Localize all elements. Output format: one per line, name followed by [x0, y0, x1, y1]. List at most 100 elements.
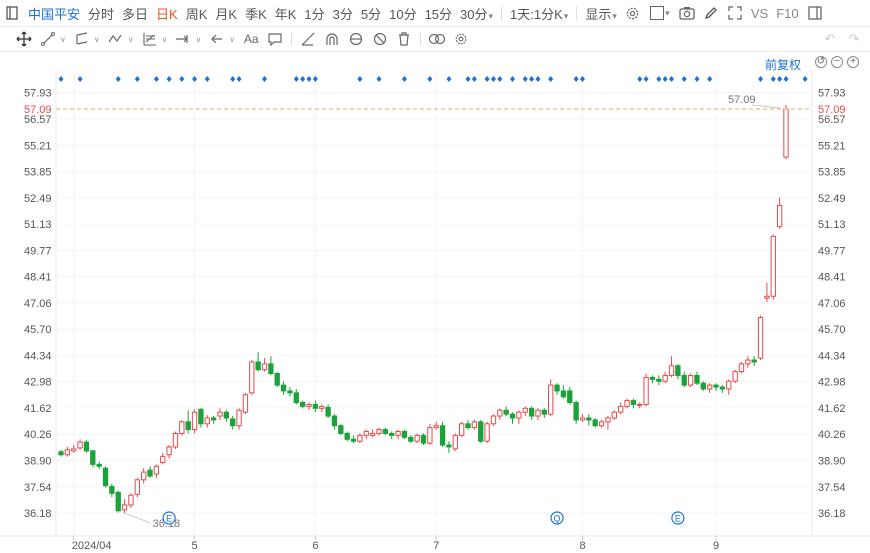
line-icon[interactable]: [38, 29, 58, 49]
multi-period-dropdown[interactable]: 1天:1分K▾: [506, 4, 572, 23]
period-multiday[interactable]: 多日: [118, 4, 152, 23]
candle-body-down: [210, 417, 217, 421]
period-5min[interactable]: 5分: [357, 4, 385, 23]
multi-period-label: 1天:1分K: [510, 6, 563, 22]
candle-body-down: [274, 373, 280, 386]
candle-body-down: [656, 378, 662, 382]
candle-body-up: [484, 423, 490, 442]
y-tick-label-left: 47.06: [24, 298, 52, 310]
candle-body-down: [300, 402, 306, 407]
trash-icon[interactable]: [394, 29, 414, 49]
settings-icon[interactable]: [451, 29, 471, 49]
chevron-down-icon[interactable]: ∨: [229, 35, 235, 44]
measure-icon[interactable]: [173, 29, 193, 49]
y-tick-label-right: 44.34: [818, 350, 846, 362]
y-tick-label-right: 41.62: [818, 403, 846, 415]
candle-body-down: [573, 402, 579, 421]
candle-body-up: [153, 465, 160, 475]
candle-body-down: [293, 392, 299, 404]
hide-icon[interactable]: [346, 29, 366, 49]
chevron-down-icon[interactable]: ∨: [94, 35, 100, 44]
chevron-down-icon[interactable]: ∨: [162, 35, 168, 44]
eye-off-icon[interactable]: [370, 29, 390, 49]
chevron-down-icon[interactable]: ∨: [128, 35, 134, 44]
layout-box-icon[interactable]: ▾: [647, 3, 673, 23]
signal-dot: [802, 76, 808, 82]
candle-body-down: [223, 411, 230, 419]
settings-icon[interactable]: [623, 3, 643, 23]
candle-body-down: [255, 361, 261, 371]
vs-button[interactable]: VS: [747, 6, 772, 21]
period-monthly-k[interactable]: 月K: [211, 4, 241, 23]
signal-dot: [694, 76, 700, 82]
crosshair-icon[interactable]: [14, 29, 34, 49]
camera-icon[interactable]: [677, 3, 697, 23]
arrow-icon[interactable]: [207, 29, 227, 49]
fib-icon[interactable]: [140, 29, 160, 49]
candle-body-up: [71, 448, 77, 452]
pencil-icon[interactable]: [701, 3, 721, 23]
candle-body-up: [624, 400, 630, 407]
divider: [420, 32, 422, 46]
ruler-icon[interactable]: [298, 29, 318, 49]
wave-icon[interactable]: [106, 29, 126, 49]
magnet-icon[interactable]: [322, 29, 342, 49]
candle-body-down: [312, 403, 319, 409]
candle-body-up: [160, 456, 166, 463]
candle-body-up: [363, 431, 369, 436]
candle-body-up: [471, 421, 478, 429]
signal-dot: [230, 76, 236, 82]
divider: [576, 6, 578, 20]
y-tick-label-left: 49.77: [24, 245, 52, 257]
y-tick-label-left: 45.70: [24, 324, 52, 336]
fullscreen-icon[interactable]: [725, 3, 745, 23]
f10-button[interactable]: F10: [772, 6, 802, 21]
drawing-toolbar: ∨ ∨ ∨ ∨ ∨ ∨ Aa ↶ ↷: [0, 27, 870, 52]
sidebar-toggle-icon[interactable]: [2, 3, 22, 23]
link-icon[interactable]: [427, 29, 447, 49]
period-daily-k[interactable]: 日K: [152, 4, 182, 23]
period-quarterly-k[interactable]: 季K: [241, 4, 271, 23]
candle-body-up: [395, 431, 401, 436]
candlestick-chart[interactable]: 57.93 57.9357.09 57.0956.57 56.5755.21 55.21…: [0, 52, 870, 553]
period-10min[interactable]: 10分: [385, 4, 420, 23]
period-3min[interactable]: 3分: [329, 4, 357, 23]
x-tick-label: 2024/04: [72, 540, 112, 552]
signal-dot: [484, 76, 490, 82]
channel-icon[interactable]: [72, 29, 92, 49]
panel-toggle-icon[interactable]: [805, 3, 825, 23]
signal-dot: [401, 76, 407, 82]
signal-dot: [115, 76, 121, 82]
comment-icon[interactable]: [265, 29, 285, 49]
candle-body-up: [427, 427, 433, 444]
x-tick-label: 8: [579, 540, 585, 552]
signal-dot: [758, 76, 764, 82]
period-yearly-k[interactable]: 年K: [271, 4, 301, 23]
candle-body-up: [643, 376, 649, 405]
text-icon[interactable]: Aa: [241, 29, 261, 49]
y-tick-label-left: 53.85: [24, 167, 52, 179]
undo-icon[interactable]: ↶: [820, 29, 840, 49]
y-tick-label-right: 53.85: [818, 167, 846, 179]
candle-body-up: [319, 405, 325, 409]
period-30min-label: 30分: [460, 6, 488, 22]
y-tick-label-right: 42.98: [818, 377, 846, 389]
chevron-down-icon[interactable]: ∨: [60, 35, 66, 44]
candle-body-up: [236, 409, 242, 427]
period-15min[interactable]: 15分: [421, 4, 456, 23]
signal-dot: [770, 76, 776, 82]
display-dropdown[interactable]: 显示▾: [581, 4, 621, 23]
x-tick-label: 5: [192, 540, 198, 552]
period-30min-dropdown[interactable]: 30分▾: [456, 4, 497, 23]
candle-body-up: [141, 471, 147, 481]
candle-body-up: [611, 411, 617, 419]
redo-icon[interactable]: ↷: [844, 29, 864, 49]
stock-name[interactable]: 中国平安: [24, 4, 84, 23]
signal-dot: [783, 76, 789, 82]
signal-dot: [471, 76, 477, 82]
period-weekly-k[interactable]: 周K: [182, 4, 212, 23]
period-timeshare[interactable]: 分时: [84, 4, 118, 23]
chevron-down-icon[interactable]: ∨: [195, 35, 201, 44]
candle-body-up: [738, 363, 745, 373]
period-1min[interactable]: 1分: [300, 4, 328, 23]
